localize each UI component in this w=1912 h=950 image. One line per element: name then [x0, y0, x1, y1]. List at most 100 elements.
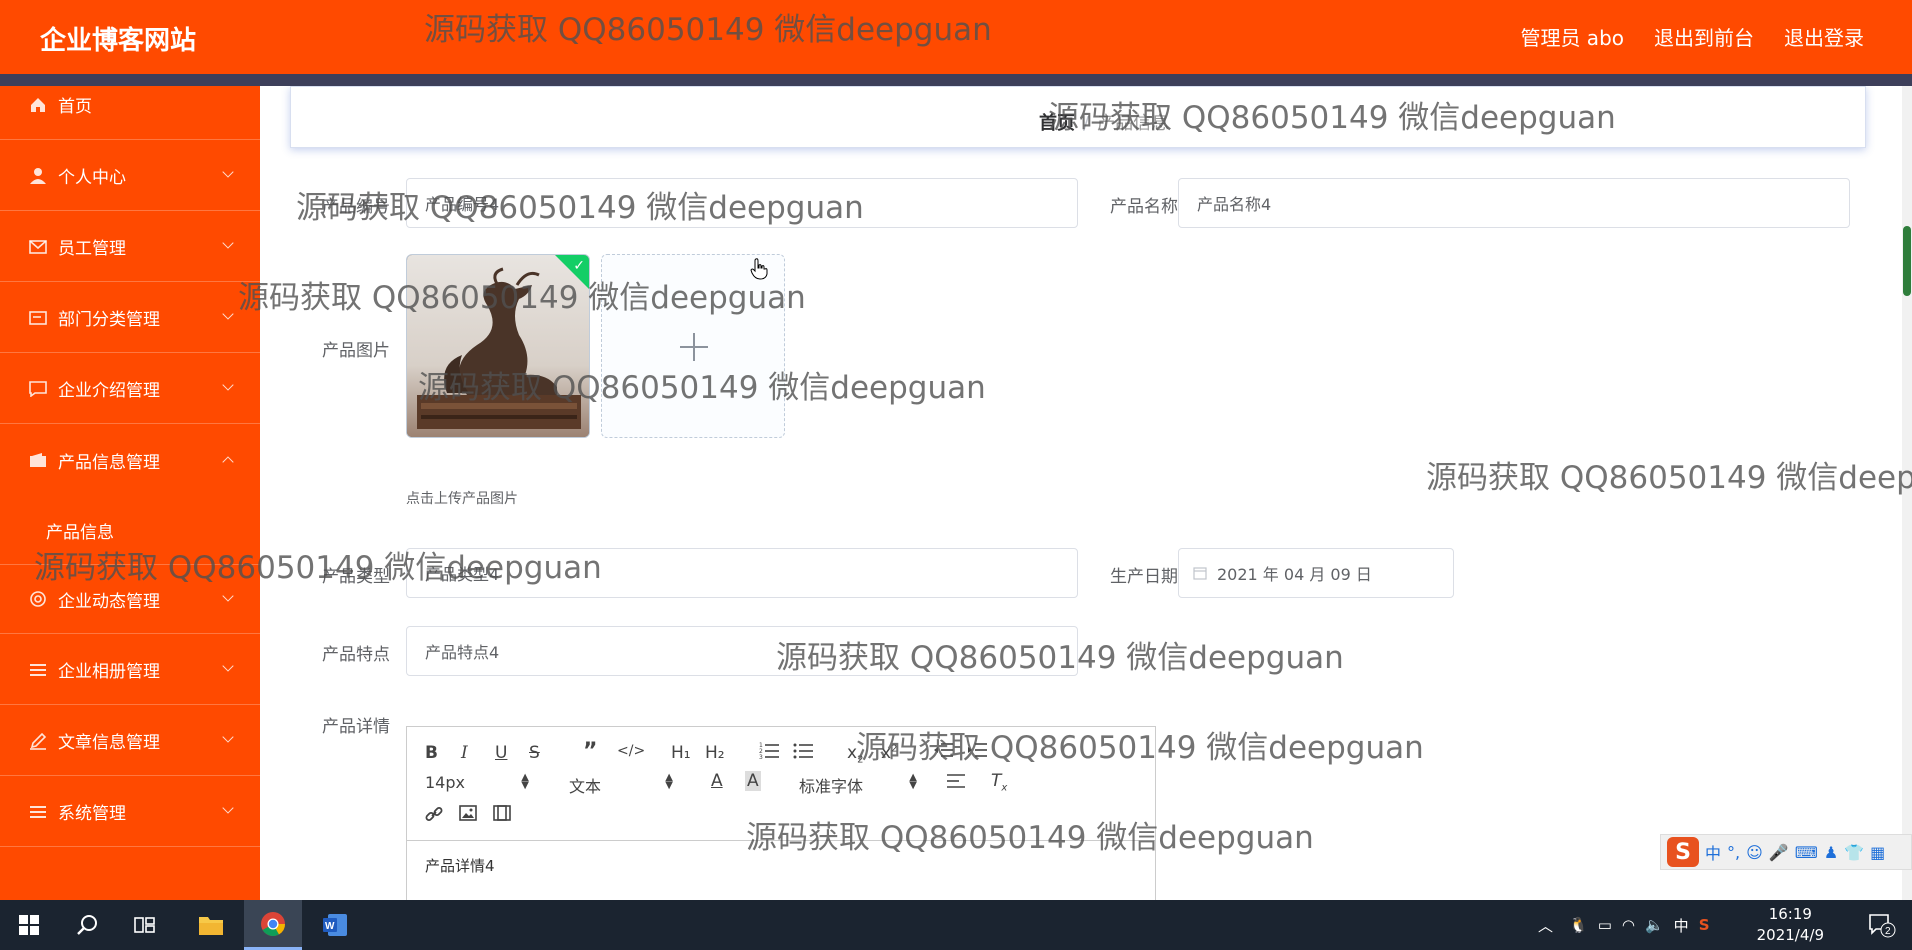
sogou-logo-icon[interactable]: S	[1667, 837, 1699, 867]
product-name-value: 产品名称4	[1197, 195, 1272, 214]
product-name-input[interactable]: 产品名称4	[1178, 178, 1850, 228]
chevron-down-icon	[222, 308, 234, 320]
superscript-button[interactable]: x2	[881, 743, 897, 763]
sidebar-item-home[interactable]: 首页	[0, 86, 260, 140]
system-clock[interactable]: 16:19 2021/4/9	[1757, 904, 1824, 946]
volume-icon[interactable]: 🔈	[1645, 916, 1664, 934]
indent-icon[interactable]	[967, 741, 987, 764]
list-icon	[28, 660, 48, 680]
bold-button[interactable]: B	[425, 743, 438, 763]
sidebar-item-label: 企业相册管理	[58, 662, 160, 682]
home-icon	[28, 95, 48, 115]
notification-center-icon[interactable]: 2	[1868, 912, 1896, 938]
circle-icon	[28, 589, 48, 609]
production-date-picker[interactable]: 2021 年 04 月 09 日	[1178, 548, 1454, 598]
italic-button[interactable]: I	[461, 743, 468, 763]
ime-language[interactable]: 中	[1705, 840, 1721, 864]
uploaded-product-image[interactable]: ✓	[406, 254, 590, 438]
emoji-icon[interactable]: ☺	[1746, 843, 1763, 862]
chevron-down-icon	[222, 802, 234, 814]
image-icon[interactable]	[459, 805, 477, 826]
sidebar-subitem-label: 产品信息	[46, 522, 114, 543]
windows-start-icon[interactable]	[0, 900, 58, 950]
word-icon[interactable]: W	[306, 900, 364, 950]
video-icon[interactable]	[493, 805, 511, 826]
task-view-icon[interactable]	[116, 900, 174, 950]
sidebar-item-department[interactable]: 部门分类管理	[0, 283, 260, 353]
font-size-select[interactable]: 14px ▲ ▼	[425, 773, 529, 793]
chevron-down-icon	[222, 660, 234, 672]
sidebar: 首页 个人中心 员工管理 部门分类管理 企业介绍管理 产品信息管理 产品信息 企…	[0, 86, 260, 900]
ime-toolbar: S 中 °, ☺ 🎤 ⌨ ♟ 👕 ▦	[1660, 834, 1912, 870]
outdent-icon[interactable]	[933, 741, 953, 764]
sidebar-item-label: 产品信息管理	[58, 452, 160, 473]
strike-button[interactable]: S	[529, 743, 540, 763]
product-detail-label: 产品详情	[322, 717, 390, 737]
product-no-label: 产品编号	[322, 197, 390, 217]
sidebar-subitem-product-info[interactable]: 产品信息	[0, 500, 260, 560]
input-language-indicator[interactable]: 中	[1674, 915, 1689, 936]
chevron-up-icon[interactable]: ︿	[1538, 915, 1553, 936]
sidebar-item-system[interactable]: 系统管理	[0, 777, 260, 847]
file-explorer-icon[interactable]	[182, 900, 240, 950]
card-icon	[28, 308, 48, 328]
blockquote-button[interactable]: ”	[583, 739, 597, 764]
sidebar-item-articles[interactable]: 文章信息管理	[0, 706, 260, 776]
underline-button[interactable]: U	[495, 743, 507, 763]
plus-icon-stem	[693, 333, 695, 361]
heading1-button[interactable]: H₁	[671, 743, 691, 763]
text-style-select[interactable]: 文本 ▲ ▼	[569, 773, 673, 797]
rich-text-editor[interactable]: B I U S ” </> H₁ H₂ 123 x2 x2 14px ▲ ▼ 文本 ▲…	[406, 726, 1156, 900]
microphone-icon[interactable]: 🎤	[1769, 843, 1789, 862]
sidebar-item-personal-center[interactable]: 个人中心	[0, 141, 260, 211]
skin-icon[interactable]: 👕	[1844, 843, 1864, 862]
chrome-icon[interactable]	[244, 900, 302, 950]
link-icon[interactable]	[425, 805, 443, 828]
sidebar-item-company-news[interactable]: 企业动态管理	[0, 564, 260, 634]
product-name-label: 产品名称	[1110, 197, 1178, 217]
bullet-list-icon[interactable]	[793, 741, 813, 764]
font-family-select[interactable]: 标准字体 ▲ ▼	[799, 773, 917, 797]
site-logo: 企业博客网站	[40, 26, 197, 56]
ordered-list-icon[interactable]: 123	[759, 741, 779, 764]
qq-icon[interactable]: 🐧	[1569, 916, 1588, 934]
network-icon[interactable]: ◠	[1622, 916, 1635, 934]
admin-user-link[interactable]: 管理员 abo	[1520, 22, 1624, 51]
text-style-value: 文本	[569, 777, 602, 796]
font-color-button[interactable]: A	[711, 771, 723, 791]
product-type-input[interactable]: 产品类型4	[406, 548, 1078, 598]
sidebar-item-product-info[interactable]: 产品信息管理	[0, 425, 260, 495]
sidebar-item-label: 文章信息管理	[58, 733, 160, 753]
sidebar-item-label: 企业动态管理	[58, 591, 160, 612]
clear-format-button[interactable]: Tx	[991, 771, 1007, 793]
product-feature-input[interactable]: 产品特点4	[406, 626, 1078, 676]
header-divider	[0, 74, 1912, 86]
sidebar-item-staff[interactable]: 员工管理	[0, 212, 260, 282]
exit-to-front-link[interactable]: 退出到前台	[1654, 22, 1754, 51]
sogou-tray-icon[interactable]: S	[1699, 916, 1710, 934]
background-color-button[interactable]: A	[745, 771, 761, 791]
grid-icon[interactable]: ▦	[1870, 843, 1885, 862]
editor-toolbar: B I U S ” </> H₁ H₂ 123 x2 x2 14px ▲ ▼ 文本 ▲…	[407, 727, 1155, 841]
logout-link[interactable]: 退出登录	[1784, 22, 1864, 51]
breadcrumb: 首页 / 产品信息	[1039, 109, 1169, 135]
search-icon[interactable]	[58, 900, 116, 950]
user-icon[interactable]: ♟	[1824, 843, 1838, 862]
sidebar-item-company-album[interactable]: 企业相册管理	[0, 635, 260, 705]
product-no-value: 产品编号4	[425, 195, 500, 214]
subscript-button[interactable]: x2	[847, 743, 863, 765]
punctuation-icon[interactable]: °,	[1727, 843, 1740, 862]
keyboard-icon[interactable]: ⌨	[1795, 843, 1818, 862]
sidebar-item-company-intro[interactable]: 企业介绍管理	[0, 354, 260, 424]
breadcrumb-separator: /	[1083, 113, 1090, 134]
battery-icon[interactable]: ▭	[1598, 916, 1612, 934]
code-block-button[interactable]: </>	[617, 743, 645, 759]
breadcrumb-home[interactable]: 首页	[1039, 113, 1075, 134]
editor-content[interactable]: 产品详情4	[425, 855, 495, 876]
product-no-input[interactable]: 产品编号4	[406, 178, 1078, 228]
sidebar-item-label: 系统管理	[58, 804, 126, 824]
heading2-button[interactable]: H₂	[705, 743, 725, 763]
scrollbar-thumb[interactable]	[1903, 226, 1911, 296]
page-scrollbar[interactable]	[1902, 86, 1912, 900]
align-left-icon[interactable]	[947, 773, 965, 794]
